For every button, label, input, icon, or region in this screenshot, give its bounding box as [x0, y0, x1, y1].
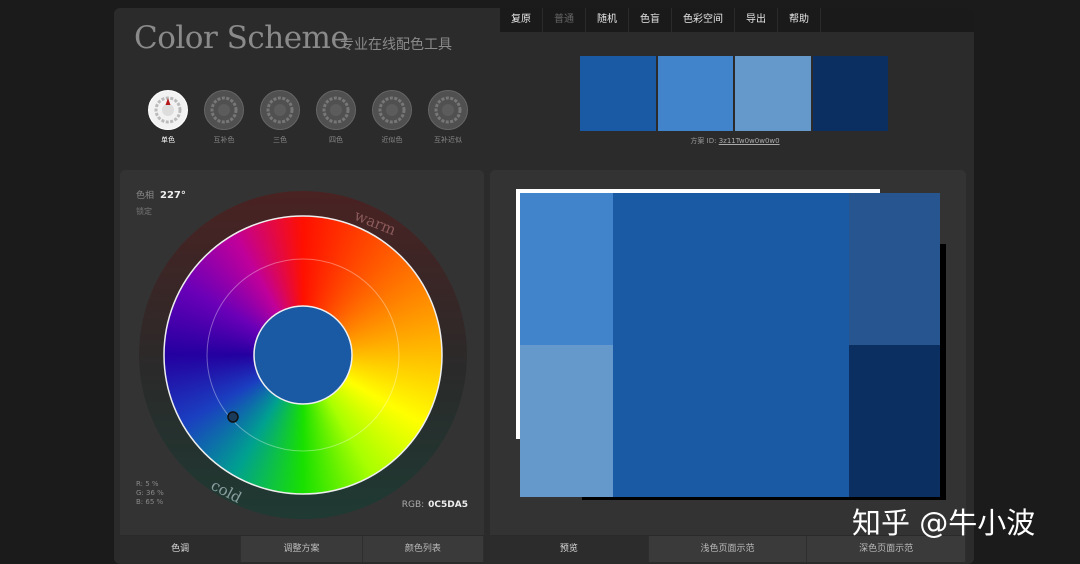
menu-colorblind[interactable]: 色盲: [629, 8, 672, 32]
left-tabs: 色调 调整方案 颜色列表: [120, 535, 484, 562]
logo-title: Color Scheme: [134, 20, 349, 56]
menu-random[interactable]: 随机: [586, 8, 629, 32]
hue-lock[interactable]: 锁定: [136, 206, 152, 217]
tab-hue[interactable]: 色调: [120, 536, 242, 562]
menu-export[interactable]: 导出: [735, 8, 778, 32]
accented-analogic-wheel-icon: [428, 90, 468, 130]
mode-label: 互补近似: [434, 136, 462, 144]
mode-label: 三色: [273, 136, 287, 144]
scheme-id-link[interactable]: 3z11Tw0w0w0w0: [719, 137, 780, 145]
scheme-id-label: 方案 ID:: [690, 137, 717, 145]
rgb-g: G: 36 %: [136, 489, 164, 497]
tab-adjust-scheme[interactable]: 调整方案: [241, 536, 363, 562]
menu-normal[interactable]: 普通: [543, 8, 586, 32]
mode-complement[interactable]: 互补色: [196, 90, 252, 145]
complement-wheel-icon: [204, 90, 244, 130]
preview-canvas: [520, 193, 940, 497]
rgb-hex: RGB: 0C5DA5: [402, 500, 468, 510]
rgb-hex-value[interactable]: 0C5DA5: [428, 500, 468, 510]
color-wheel-panel: warm cold 色相 227° 锁定 R: 5 % G: 36 % B: 65…: [120, 170, 484, 562]
preview-block-light: [520, 193, 613, 345]
preview-block-lighter: [520, 345, 613, 497]
hue-readout: 色相 227°: [136, 188, 186, 201]
preview-block-primary: [613, 193, 849, 497]
swatch-light[interactable]: [657, 56, 733, 131]
tab-color-list[interactable]: 颜色列表: [362, 536, 484, 562]
mode-label: 四色: [329, 136, 343, 144]
scheme-modes: 单色 互补色 三色 四色 近似色 互补近似: [140, 90, 476, 145]
analogic-wheel-icon: [372, 90, 412, 130]
mode-analogic[interactable]: 近似色: [364, 90, 420, 145]
rgb-r: R: 5 %: [136, 480, 159, 488]
tab-preview[interactable]: 预览: [490, 536, 649, 562]
mode-accented-analogic[interactable]: 互补近似: [420, 90, 476, 145]
mode-label: 单色: [161, 136, 175, 144]
hue-handle[interactable]: [227, 411, 239, 423]
tetrad-wheel-icon: [316, 90, 356, 130]
selected-color-center: [253, 305, 353, 405]
swatch-primary[interactable]: [580, 56, 656, 131]
swatch-lighter[interactable]: [735, 56, 811, 131]
rgb-percent: R: 5 % G: 36 % B: 65 %: [136, 480, 164, 507]
color-wheel[interactable]: warm cold: [138, 190, 468, 520]
watermark: 知乎 @牛小波: [852, 506, 1036, 540]
rgb-hex-label: RGB:: [401, 500, 425, 510]
menu-color-space[interactable]: 色彩空间: [672, 8, 735, 32]
mode-label: 近似色: [381, 136, 403, 144]
mode-tetrad[interactable]: 四色: [308, 90, 364, 145]
mode-triad[interactable]: 三色: [252, 90, 308, 145]
mode-label: 互补色: [213, 136, 235, 144]
app-window: 复原 普通 随机 色盲 色彩空间 导出 帮助 Color Scheme 专业在线…: [114, 8, 974, 564]
top-menu: 复原 普通 随机 色盲 色彩空间 导出 帮助: [500, 8, 974, 32]
preview-block-dark: [849, 345, 940, 497]
swatch-dark[interactable]: [812, 56, 888, 131]
rgb-b: B: 65 %: [136, 498, 164, 506]
mode-mono[interactable]: 单色: [140, 90, 196, 145]
tab-light-page-demo[interactable]: 浅色页面示范: [648, 536, 808, 562]
menu-reset[interactable]: 复原: [500, 8, 543, 32]
scheme-id: 方案 ID: 3z11Tw0w0w0w0: [580, 136, 890, 146]
hue-value: 227°: [160, 190, 186, 201]
logo-subtitle: 专业在线配色工具: [340, 37, 452, 53]
preview-block-mid: [849, 193, 940, 345]
mono-wheel-icon: [148, 90, 188, 130]
menu-help[interactable]: 帮助: [778, 8, 821, 32]
hue-label: 色相: [136, 191, 155, 201]
palette-swatches: [580, 56, 890, 131]
triad-wheel-icon: [260, 90, 300, 130]
